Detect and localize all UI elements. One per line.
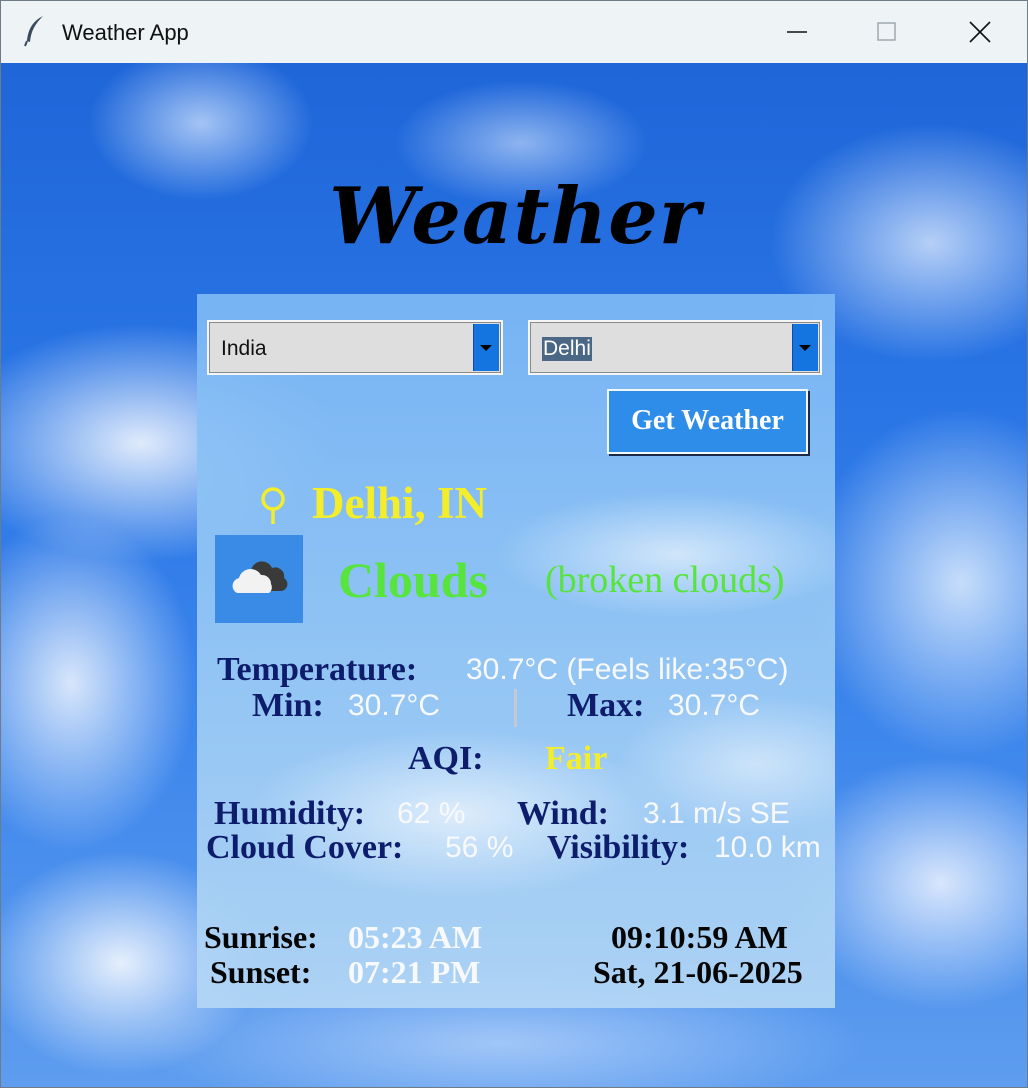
sunset-label: Sunset: bbox=[210, 954, 312, 990]
min-value: 30.7°C bbox=[348, 689, 441, 722]
title-bar[interactable]: Weather App bbox=[1, 1, 1027, 63]
visibility-label: Visibility: bbox=[547, 829, 690, 866]
visibility-value: 10.0 km bbox=[714, 831, 821, 864]
min-label: Min: bbox=[252, 687, 324, 724]
humidity-value: 62 % bbox=[397, 797, 466, 830]
wind-label: Wind: bbox=[517, 795, 609, 832]
weather-icon-box bbox=[215, 535, 303, 623]
temperature-value: 30.7°C (Feels like:35°C) bbox=[466, 653, 789, 686]
humidity-label: Humidity: bbox=[214, 795, 366, 832]
city-select-value: Delhi bbox=[542, 337, 592, 361]
close-button[interactable] bbox=[939, 1, 1019, 63]
min-max-divider bbox=[514, 689, 517, 727]
weather-main: Clouds bbox=[338, 552, 489, 608]
location-label: Delhi, IN bbox=[312, 478, 488, 528]
broken-clouds-icon bbox=[232, 561, 288, 593]
country-select-value: India bbox=[221, 337, 267, 360]
app-heading: Weather bbox=[329, 171, 701, 262]
close-icon bbox=[969, 21, 991, 43]
chevron-down-icon[interactable] bbox=[792, 324, 818, 371]
chevron-down-icon[interactable] bbox=[473, 324, 499, 371]
city-select[interactable]: Delhi bbox=[528, 320, 822, 375]
cloud-cover-label: Cloud Cover: bbox=[206, 829, 404, 866]
app-window: Weather App Weather India Delhi Get Weat… bbox=[0, 0, 1028, 1088]
country-select[interactable]: India bbox=[207, 320, 503, 375]
maximize-button[interactable] bbox=[846, 1, 926, 63]
sunrise-value: 05:23 AM bbox=[348, 919, 483, 955]
max-value: 30.7°C bbox=[668, 689, 761, 722]
cloud-cover-value: 56 % bbox=[445, 831, 514, 864]
aqi-label: AQI: bbox=[408, 740, 484, 777]
minimize-button[interactable] bbox=[756, 1, 836, 63]
sunset-value: 07:21 PM bbox=[348, 954, 481, 990]
max-label: Max: bbox=[567, 687, 645, 724]
temperature-label: Temperature: bbox=[217, 651, 418, 688]
maximize-icon bbox=[877, 22, 896, 41]
weather-description: (broken clouds) bbox=[545, 559, 785, 601]
location-pin-icon bbox=[261, 487, 285, 524]
minimize-icon bbox=[787, 31, 807, 33]
current-date: Sat, 21-06-2025 bbox=[593, 954, 803, 990]
wind-value: 3.1 m/s SE bbox=[643, 797, 790, 830]
window-title: Weather App bbox=[62, 20, 189, 45]
get-weather-button[interactable]: Get Weather bbox=[607, 389, 808, 454]
current-time: 09:10:59 AM bbox=[611, 919, 788, 955]
feather-icon bbox=[24, 16, 43, 47]
aqi-value: Fair bbox=[545, 740, 608, 777]
sunrise-label: Sunrise: bbox=[204, 919, 318, 955]
